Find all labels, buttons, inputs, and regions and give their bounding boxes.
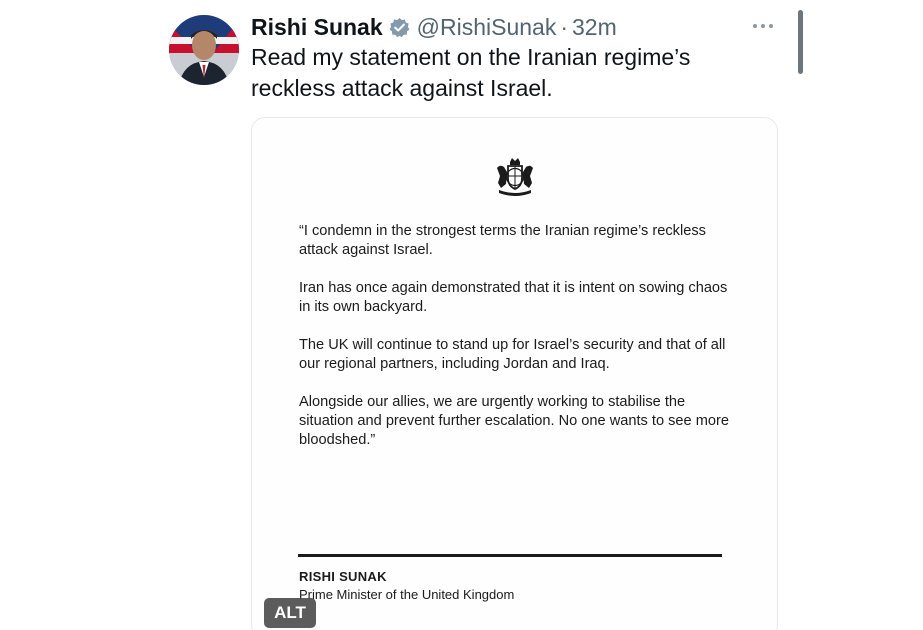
statement-text: “I condemn in the strongest terms the Ir… — [299, 222, 739, 469]
author-name[interactable]: Rishi Sunak — [251, 14, 383, 41]
header-separator: · — [560, 13, 569, 40]
signatory-title: Prime Minister of the United Kingdom — [299, 587, 515, 602]
statement-paragraph: Iran has once again demonstrated that it… — [299, 280, 728, 315]
tweet-header: Rishi Sunak @RishiSunak · 32m — [251, 11, 617, 43]
tweet-view: Rishi Sunak @RishiSunak · 32m Read my st… — [0, 0, 923, 630]
more-options-icon[interactable] — [748, 14, 778, 38]
statement-paragraph: The UK will continue to stand up for Isr… — [299, 337, 726, 372]
verified-badge-icon[interactable] — [389, 17, 410, 38]
avatar[interactable] — [169, 15, 239, 85]
scrollbar-thumb[interactable] — [798, 10, 803, 74]
author-handle[interactable]: @RishiSunak — [417, 14, 557, 41]
signature-divider — [298, 554, 722, 557]
alt-text-button[interactable]: ALT — [264, 598, 316, 628]
royal-coat-of-arms-icon — [491, 156, 539, 198]
signatory-name: RISHI SUNAK — [299, 569, 387, 584]
tweet-text: Read my statement on the Iranian regime’… — [251, 44, 691, 101]
tweet-media-image[interactable]: “I condemn in the strongest terms the Ir… — [251, 117, 778, 630]
tweet-timestamp[interactable]: 32m — [572, 14, 617, 41]
statement-paragraph: “I condemn in the strongest terms the Ir… — [299, 223, 706, 258]
statement-paragraph: Alongside our allies, we are urgently wo… — [299, 394, 729, 448]
